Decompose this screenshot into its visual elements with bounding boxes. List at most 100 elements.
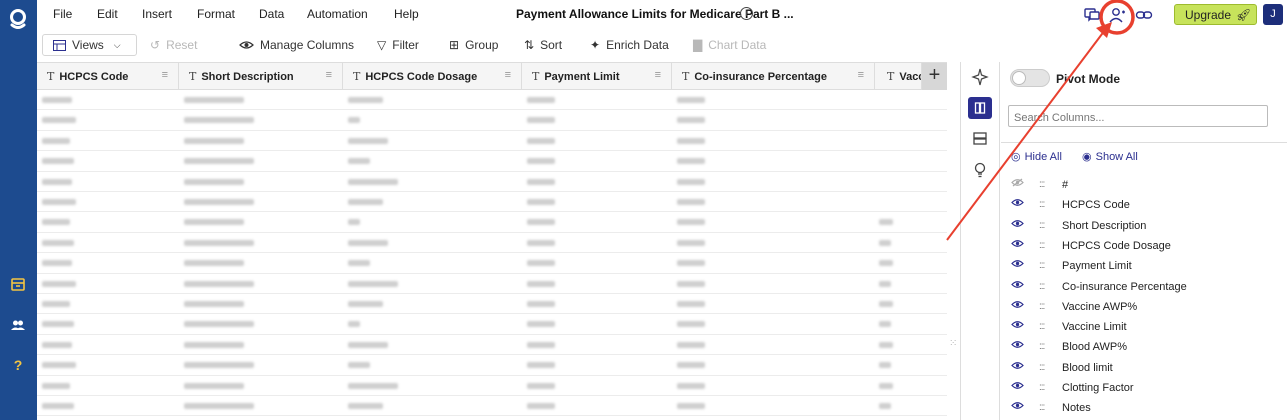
table-row[interactable] [37, 355, 947, 376]
table-cell[interactable] [348, 403, 383, 409]
table-cell[interactable] [42, 178, 72, 185]
column-menu-icon[interactable]: ≡ [655, 69, 661, 81]
table-cell[interactable] [184, 97, 244, 103]
table-cell[interactable] [677, 321, 705, 328]
table-cell[interactable] [677, 239, 705, 246]
table-cell[interactable] [42, 382, 70, 389]
table-row[interactable] [37, 212, 947, 233]
table-cell[interactable] [184, 178, 244, 185]
table-cell[interactable] [348, 178, 398, 185]
table-cell[interactable] [677, 280, 705, 287]
table-cell[interactable] [677, 260, 705, 267]
team-icon[interactable] [9, 316, 27, 334]
table-cell[interactable] [348, 137, 388, 144]
menu-file[interactable]: File [53, 7, 72, 21]
table-cell[interactable] [184, 321, 254, 328]
comments-icon[interactable] [1083, 6, 1101, 24]
manage-columns-button[interactable]: Manage Columns [239, 38, 354, 52]
table-cell[interactable] [677, 403, 705, 409]
column-list-item[interactable]: ::: HCPCS Code Dosage [1001, 236, 1287, 256]
drag-handle-icon[interactable]: ::: [1039, 341, 1045, 352]
table-row[interactable] [37, 314, 947, 335]
table-cell[interactable] [527, 219, 555, 226]
table-cell[interactable] [184, 280, 254, 287]
table-cell[interactable] [879, 301, 893, 307]
help-icon[interactable]: ? [9, 356, 27, 374]
table-row[interactable] [37, 274, 947, 294]
drag-handle-icon[interactable]: ::: [1039, 362, 1045, 373]
column-list-item[interactable]: ::: Vaccine Limit [1001, 317, 1287, 337]
table-cell[interactable] [184, 137, 244, 144]
table-cell[interactable] [348, 382, 398, 389]
info-icon[interactable]: i [740, 7, 753, 20]
reset-button[interactable]: ↺ Reset [150, 38, 197, 52]
table-cell[interactable] [42, 301, 70, 307]
column-menu-icon[interactable]: ≡ [505, 69, 511, 81]
search-columns-input[interactable] [1008, 105, 1268, 127]
filter-button[interactable]: ▽ Filter [377, 38, 419, 52]
table-cell[interactable] [348, 260, 370, 267]
table-cell[interactable] [879, 260, 893, 267]
table-cell[interactable] [348, 341, 388, 348]
table-cell[interactable] [677, 382, 705, 389]
table-cell[interactable] [879, 321, 891, 328]
table-cell[interactable] [527, 301, 555, 307]
archive-icon[interactable] [9, 275, 27, 293]
table-cell[interactable] [527, 280, 555, 287]
column-list-item[interactable]: ::: Vaccine AWP% [1001, 297, 1287, 317]
table-row[interactable] [37, 335, 947, 356]
show-all-button[interactable]: ◉ Show All [1082, 150, 1138, 164]
eye-icon[interactable] [1011, 198, 1024, 210]
column-header-short-description[interactable]: T Short Description ≡ [179, 63, 343, 90]
link-icon[interactable] [1135, 6, 1153, 24]
table-cell[interactable] [879, 341, 893, 348]
table-cell[interactable] [42, 117, 76, 124]
table-row[interactable] [37, 294, 947, 315]
table-row[interactable] [37, 110, 947, 131]
table-cell[interactable] [42, 321, 74, 328]
table-cell[interactable] [42, 199, 76, 205]
table-cell[interactable] [42, 280, 76, 287]
table-cell[interactable] [677, 158, 705, 165]
scroll-grip-icon[interactable]: ⁙ [949, 338, 957, 349]
table-cell[interactable] [527, 382, 555, 389]
table-cell[interactable] [184, 362, 254, 369]
column-list-item[interactable]: ::: HCPCS Code [1001, 195, 1287, 215]
table-cell[interactable] [184, 382, 244, 389]
menu-edit[interactable]: Edit [97, 7, 118, 21]
table-cell[interactable] [527, 178, 555, 185]
column-header-hcpcs-code-dosage[interactable]: T HCPCS Code Dosage ≡ [343, 63, 522, 90]
table-row[interactable] [37, 192, 947, 213]
enrich-data-button[interactable]: ✦ Enrich Data [590, 38, 669, 52]
table-cell[interactable] [348, 158, 370, 165]
eye-icon[interactable] [1011, 239, 1024, 251]
table-cell[interactable] [879, 239, 891, 246]
table-cell[interactable] [879, 219, 893, 226]
table-cell[interactable] [184, 301, 244, 307]
menu-help[interactable]: Help [394, 7, 419, 21]
table-row[interactable] [37, 376, 947, 396]
drag-handle-icon[interactable]: ::: [1039, 199, 1045, 210]
table-cell[interactable] [184, 403, 254, 409]
table-cell[interactable] [677, 137, 705, 144]
table-cell[interactable] [184, 260, 244, 267]
eye-icon[interactable] [1011, 300, 1024, 312]
table-row[interactable] [37, 172, 947, 192]
table-cell[interactable] [184, 117, 254, 124]
table-cell[interactable] [677, 362, 705, 369]
menu-format[interactable]: Format [197, 7, 235, 21]
sort-button[interactable]: ⇅ Sort [524, 38, 562, 52]
table-cell[interactable] [42, 158, 74, 165]
table-cell[interactable] [879, 362, 891, 369]
drag-handle-icon[interactable]: ::: [1039, 402, 1045, 413]
table-cell[interactable] [527, 137, 555, 144]
table-cell[interactable] [184, 239, 254, 246]
table-cell[interactable] [527, 239, 555, 246]
eye-icon[interactable] [1011, 280, 1024, 292]
table-cell[interactable] [348, 239, 388, 246]
eye-icon[interactable] [1011, 219, 1024, 231]
table-cell[interactable] [677, 341, 705, 348]
rows-icon[interactable] [968, 128, 992, 150]
lightbulb-icon[interactable] [968, 159, 992, 181]
app-logo-icon[interactable] [7, 8, 29, 30]
